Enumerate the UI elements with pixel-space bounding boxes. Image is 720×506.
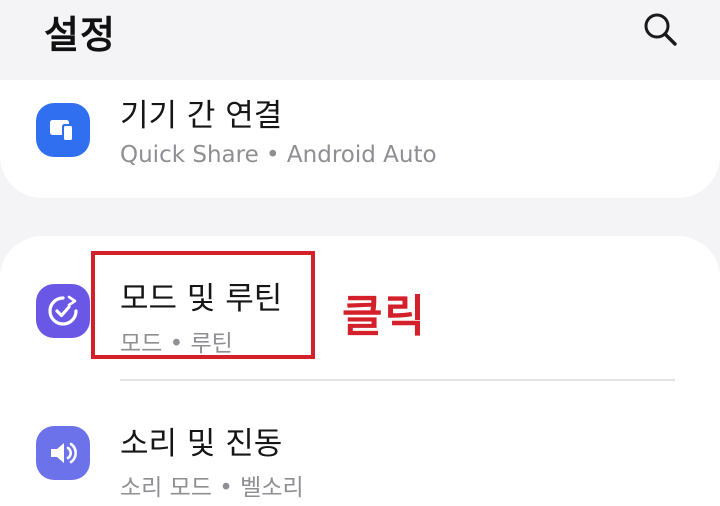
settings-item-connected-devices[interactable]: 기기 간 연결 Quick Share • Android Auto bbox=[0, 80, 720, 198]
speaker-icon bbox=[36, 426, 90, 480]
item-title: 소리 및 진동 bbox=[120, 426, 283, 462]
modes-routines-icon bbox=[36, 284, 90, 338]
search-button[interactable] bbox=[636, 6, 684, 50]
connected-devices-icon bbox=[36, 103, 90, 157]
item-subtitle: 소리 모드 • 벨소리 bbox=[120, 475, 304, 501]
page-title: 설정 bbox=[44, 13, 116, 57]
search-icon bbox=[644, 13, 677, 46]
item-subtitle: Quick Share • Android Auto bbox=[120, 142, 437, 168]
click-annotation: 클릭 bbox=[342, 291, 427, 342]
settings-group-connections: 기기 간 연결 Quick Share • Android Auto bbox=[0, 80, 720, 198]
highlight-box bbox=[91, 251, 315, 359]
settings-item-sound-vibration[interactable]: 소리 및 진동 소리 모드 • 벨소리 bbox=[0, 380, 720, 506]
item-title: 기기 간 연결 bbox=[120, 98, 283, 134]
